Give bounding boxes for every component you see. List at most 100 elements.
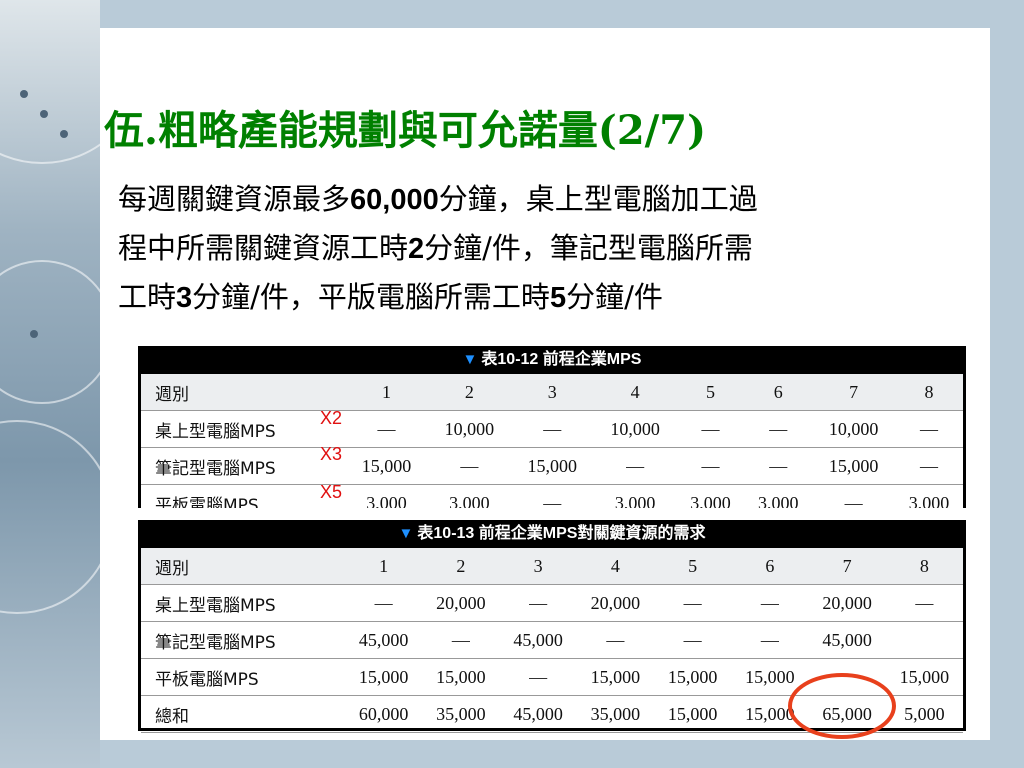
column-header: 4 xyxy=(593,374,677,411)
body-segment: 分鐘/件 xyxy=(566,280,663,314)
body-segment: 程中所需關鍵資源工時 xyxy=(118,231,409,265)
column-header: 5 xyxy=(654,548,732,585)
table-cell: 3,000 xyxy=(744,484,813,508)
table-cell: 45,000 xyxy=(499,621,577,659)
column-header: 8 xyxy=(895,374,963,411)
table-cell: — xyxy=(499,584,577,622)
table-cell: — xyxy=(676,410,745,448)
table-cell: 3,000 xyxy=(895,484,963,508)
column-header: 5 xyxy=(676,374,745,411)
body-segment: 分鐘，桌上型電腦加工過 xyxy=(438,182,758,216)
table-cell: — xyxy=(427,447,511,485)
table-cell: 3,000 xyxy=(593,484,677,508)
body-segment: 分鐘/件，筆記型電腦所需 xyxy=(424,231,753,265)
table-cell: — xyxy=(345,584,423,622)
body-line-1: 每週關鍵資源最多60,000分鐘，桌上型電腦加工過 xyxy=(118,175,998,224)
mps-table-header: ▼ 表10-12 前程企業MPS xyxy=(141,346,963,374)
multiplier-label: X3 xyxy=(320,444,343,464)
column-header: 週別 xyxy=(141,374,345,411)
triangle-down-icon: ▼ xyxy=(462,351,478,368)
table-cell: 15,000 xyxy=(812,447,896,485)
body-number: 3 xyxy=(176,282,193,314)
table-cell: 15,000 xyxy=(885,658,963,696)
table-cell: 10,000 xyxy=(812,410,896,448)
column-header: 6 xyxy=(731,548,809,585)
table-header-row: 週別 1 2 3 4 5 6 7 8 xyxy=(141,548,963,585)
table-cell: — xyxy=(885,584,963,622)
table-cell: — xyxy=(576,621,654,659)
column-header: 週別 xyxy=(141,548,345,585)
decorative-side-image xyxy=(0,0,100,768)
column-header: 2 xyxy=(427,374,511,411)
table-cell: 15,000 xyxy=(654,695,732,733)
column-header: 8 xyxy=(885,548,963,585)
table-row: 桌上型電腦MPS — 20,000 — 20,000 — — 20,000 — xyxy=(141,584,963,622)
column-header: 7 xyxy=(812,374,896,411)
column-header: 7 xyxy=(808,548,886,585)
table-cell: 45,000 xyxy=(499,695,577,733)
triangle-down-icon: ▼ xyxy=(398,525,414,542)
body-number: 2 xyxy=(408,233,425,265)
column-header: 3 xyxy=(499,548,577,585)
table-header-row: 週別 1 2 3 4 5 6 7 8 xyxy=(141,374,963,411)
table-cell: 15,000 xyxy=(510,447,594,485)
column-header: 6 xyxy=(744,374,813,411)
resource-demand-table-header: ▼ 表10-13 前程企業MPS對關鍵資源的需求 xyxy=(141,520,963,548)
table-cell: — xyxy=(812,484,896,508)
mps-table: ▼ 表10-12 前程企業MPS 週別 1 2 3 4 5 6 7 8 桌上型電腦… xyxy=(138,346,966,508)
column-header: 4 xyxy=(576,548,654,585)
table-cell: 45,000 xyxy=(345,621,423,659)
row-label: 平板電腦MPS xyxy=(141,658,345,696)
column-header: 3 xyxy=(510,374,594,411)
table-row: 筆記型電腦MPS 15,000 — 15,000 — — — 15,000 — xyxy=(141,447,963,485)
table-cell: 15,000 xyxy=(345,447,428,485)
body-line-2: 程中所需關鍵資源工時2分鐘/件，筆記型電腦所需 xyxy=(118,224,998,273)
table-cell: — xyxy=(510,410,594,448)
body-segment: 工時 xyxy=(118,280,177,314)
table-cell: 15,000 xyxy=(576,658,654,696)
table-cell: — xyxy=(654,621,732,659)
multiplier-label: X5 xyxy=(320,482,343,502)
table-cell: — xyxy=(510,484,594,508)
table-cell: 15,000 xyxy=(345,658,423,696)
table-cell: 35,000 xyxy=(576,695,654,733)
table-cell: — xyxy=(744,447,813,485)
table-cell: 15,000 xyxy=(654,658,732,696)
table-cell: 5,000 xyxy=(885,695,963,733)
table-cell: 10,000 xyxy=(593,410,677,448)
table-row: 桌上型電腦MPS — 10,000 — 10,000 — — 10,000 — xyxy=(141,410,963,448)
table-cell: 20,000 xyxy=(808,584,886,622)
row-label: 筆記型電腦MPS xyxy=(141,621,345,659)
table-cell: — xyxy=(654,584,732,622)
highlight-circle xyxy=(788,673,896,739)
row-label: 桌上型電腦MPS xyxy=(141,584,345,622)
body-number: 5 xyxy=(549,282,567,314)
table-cell: — xyxy=(593,447,677,485)
resource-demand-table-title: 表10-13 前程企業MPS對關鍵資源的需求 xyxy=(417,525,706,542)
table-cell: — xyxy=(744,410,813,448)
table-cell: 35,000 xyxy=(422,695,500,733)
table-cell: — xyxy=(676,447,745,485)
table-cell: 3,000 xyxy=(345,484,428,508)
multiplier-label: X2 xyxy=(320,408,343,428)
table-cell: — xyxy=(895,410,963,448)
table-cell: 3,000 xyxy=(427,484,511,508)
body-line-3: 工時3分鐘/件，平版電腦所需工時5分鐘/件 xyxy=(118,273,998,322)
table-cell: 15,000 xyxy=(422,658,500,696)
table-cell: — xyxy=(345,410,428,448)
table-row: 筆記型電腦MPS 45,000 — 45,000 — — — 45,000 xyxy=(141,621,963,659)
row-label: 筆記型電腦MPS xyxy=(141,447,345,485)
mps-table-title: 表10-12 前程企業MPS xyxy=(481,351,642,368)
table-cell: 20,000 xyxy=(422,584,500,622)
table-row: 平板電腦MPS 3,000 3,000 — 3,000 3,000 3,000 … xyxy=(141,484,963,508)
body-text: 每週關鍵資源最多60,000分鐘，桌上型電腦加工過 程中所需關鍵資源工時2分鐘/… xyxy=(118,175,998,322)
column-header: 1 xyxy=(345,548,423,585)
table-cell: — xyxy=(422,621,500,659)
table-cell: — xyxy=(731,621,809,659)
row-label: 桌上型電腦MPS xyxy=(141,410,345,448)
row-label: 平板電腦MPS xyxy=(141,484,345,508)
body-segment: 分鐘/件，平版電腦所需工時 xyxy=(192,280,550,314)
table-cell: 60,000 xyxy=(345,695,423,733)
slide-title: 伍.粗略產能規劃與可允諾量(2/7) xyxy=(104,107,707,154)
column-header: 2 xyxy=(422,548,500,585)
